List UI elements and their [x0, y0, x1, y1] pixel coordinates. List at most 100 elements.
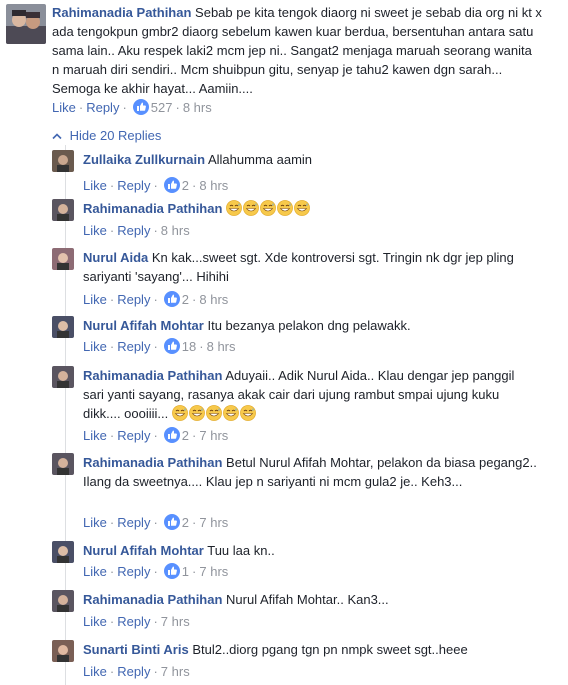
timestamp[interactable]: 7 hrs: [161, 664, 190, 679]
comment-body: Sunarti Binti Aris Btul2..diorg pgang tg…: [83, 640, 538, 659]
like-reaction-icon[interactable]: [163, 177, 180, 193]
avatar[interactable]: [52, 590, 74, 612]
grinning-sweat-emoji-icon: [226, 200, 242, 216]
timestamp[interactable]: 8 hrs: [199, 178, 228, 193]
hide-replies-label: Hide 20 Replies: [69, 128, 162, 143]
reply-button[interactable]: Reply: [117, 292, 150, 307]
comment-author[interactable]: Rahimanadia Pathihan: [83, 368, 222, 383]
reply-button[interactable]: Reply: [117, 223, 150, 238]
grinning-sweat-emoji-icon: [205, 405, 222, 421]
comment-body: Rahimanadia Pathihan Betul Nurul Afifah …: [83, 453, 538, 491]
reply-button[interactable]: Reply: [86, 100, 119, 115]
avatar-image: [52, 316, 74, 338]
timestamp[interactable]: 7 hrs: [199, 428, 228, 443]
reply-button[interactable]: Reply: [117, 515, 150, 530]
avatar[interactable]: [52, 316, 74, 338]
reply-button[interactable]: Reply: [117, 428, 150, 443]
comment-actions: Like · Reply · 18 · 8 hrs: [83, 338, 236, 354]
comment-actions: Like · Reply · 1 · 7 hrs: [83, 563, 229, 579]
reply-button[interactable]: Reply: [117, 178, 150, 193]
avatar[interactable]: [52, 199, 74, 221]
reaction-count[interactable]: 2: [182, 292, 189, 307]
timestamp[interactable]: 8 hrs: [183, 100, 212, 115]
reaction-count[interactable]: 527: [151, 100, 173, 115]
like-button[interactable]: Like: [52, 100, 76, 115]
reaction-count[interactable]: 2: [182, 428, 189, 443]
comment-actions: Like · Reply · 8 hrs: [83, 223, 190, 238]
avatar-image: [52, 453, 74, 475]
avatar-image: [52, 150, 74, 172]
like-reaction-icon[interactable]: [163, 338, 180, 354]
reply-button[interactable]: Reply: [117, 614, 150, 629]
reply-button[interactable]: Reply: [117, 664, 150, 679]
grinning-sweat-emoji-icon: [188, 405, 205, 421]
grinning-sweat-emoji-icon: [260, 200, 276, 216]
like-button[interactable]: Like: [83, 178, 107, 193]
reaction-count[interactable]: 2: [182, 178, 189, 193]
avatar[interactable]: [52, 453, 74, 475]
reply-button[interactable]: Reply: [117, 564, 150, 579]
like-button[interactable]: Like: [83, 292, 107, 307]
like-button[interactable]: Like: [83, 614, 107, 629]
chevron-up-icon: [52, 126, 66, 145]
comment-author[interactable]: Zullaika Zullkurnain: [83, 152, 205, 167]
timestamp[interactable]: 7 hrs: [199, 515, 228, 530]
comment-author[interactable]: Nurul Aida: [83, 250, 148, 265]
reaction-count[interactable]: 1: [182, 564, 189, 579]
comment-author[interactable]: Nurul Afifah Mohtar: [83, 543, 204, 558]
grinning-sweat-emoji-icon: [222, 405, 239, 421]
avatar[interactable]: [52, 150, 74, 172]
grinning-sweat-emoji-icon: [171, 405, 188, 421]
comment-body: Rahimanadia Pathihan: [83, 199, 538, 218]
timestamp[interactable]: 7 hrs: [199, 564, 228, 579]
comment-body: Nurul Aida Kn kak...sweet sgt. Xde kontr…: [83, 248, 538, 286]
timestamp[interactable]: 8 hrs: [161, 223, 190, 238]
comment-author[interactable]: Rahimanadia Pathihan: [83, 455, 222, 470]
reaction-count[interactable]: 2: [182, 515, 189, 530]
comment-text: Kn kak...sweet sgt. Xde kontroversi sgt.…: [83, 250, 514, 284]
comment-actions: Like · Reply · 2 · 8 hrs: [83, 291, 229, 307]
comment-actions: Like · Reply · 7 hrs: [83, 664, 190, 679]
like-reaction-icon[interactable]: [163, 427, 180, 443]
comment-author[interactable]: Rahimanadia Pathihan: [83, 201, 222, 216]
timestamp[interactable]: 8 hrs: [207, 339, 236, 354]
avatar-image: [52, 590, 74, 612]
avatar[interactable]: [52, 640, 74, 662]
hide-replies-link[interactable]: Hide 20 Replies: [52, 126, 161, 145]
like-button[interactable]: Like: [83, 428, 107, 443]
reaction-count[interactable]: 18: [182, 339, 196, 354]
avatar[interactable]: [52, 541, 74, 563]
timestamp[interactable]: 7 hrs: [161, 614, 190, 629]
comment-author[interactable]: Sunarti Binti Aris: [83, 642, 189, 657]
comment-author[interactable]: Rahimanadia Pathihan: [52, 5, 191, 20]
comment-body: Rahimanadia Pathihan Nurul Afifah Mohtar…: [83, 590, 538, 609]
comment-author[interactable]: Nurul Afifah Mohtar: [83, 318, 204, 333]
comment-actions: Like · Reply · 2 · 7 hrs: [83, 427, 229, 443]
avatar[interactable]: [52, 248, 74, 270]
comment-actions: Like · Reply · 7 hrs: [83, 614, 190, 629]
avatar[interactable]: [6, 4, 46, 44]
grinning-sweat-emoji-icon: [277, 200, 293, 216]
timestamp[interactable]: 8 hrs: [199, 292, 228, 307]
comment-text: Allahumma aamin: [207, 152, 313, 167]
grinning-sweat-emoji-icon: [239, 405, 256, 421]
comment-actions: Like · Reply · 527 · 8 hrs: [52, 99, 212, 115]
comment-body: Zullaika Zullkurnain Allahumma aamin: [83, 150, 538, 169]
reply-button[interactable]: Reply: [117, 339, 150, 354]
comment-author[interactable]: Rahimanadia Pathihan: [83, 592, 222, 607]
like-button[interactable]: Like: [83, 515, 107, 530]
like-button[interactable]: Like: [83, 564, 107, 579]
like-reaction-icon[interactable]: [163, 514, 180, 530]
comment-body: Rahimanadia Pathihan Sebab pe kita tengo…: [52, 3, 542, 98]
like-button[interactable]: Like: [83, 664, 107, 679]
comment-actions: Like · Reply · 2 · 7 hrs: [83, 514, 229, 530]
avatar-image: [52, 640, 74, 662]
like-reaction-icon[interactable]: [163, 563, 180, 579]
like-reaction-icon[interactable]: [132, 99, 149, 115]
avatar[interactable]: [52, 366, 74, 388]
like-button[interactable]: Like: [83, 339, 107, 354]
avatar-image: [52, 248, 74, 270]
like-button[interactable]: Like: [83, 223, 107, 238]
like-reaction-icon[interactable]: [163, 291, 180, 307]
avatar-image: [6, 4, 46, 44]
